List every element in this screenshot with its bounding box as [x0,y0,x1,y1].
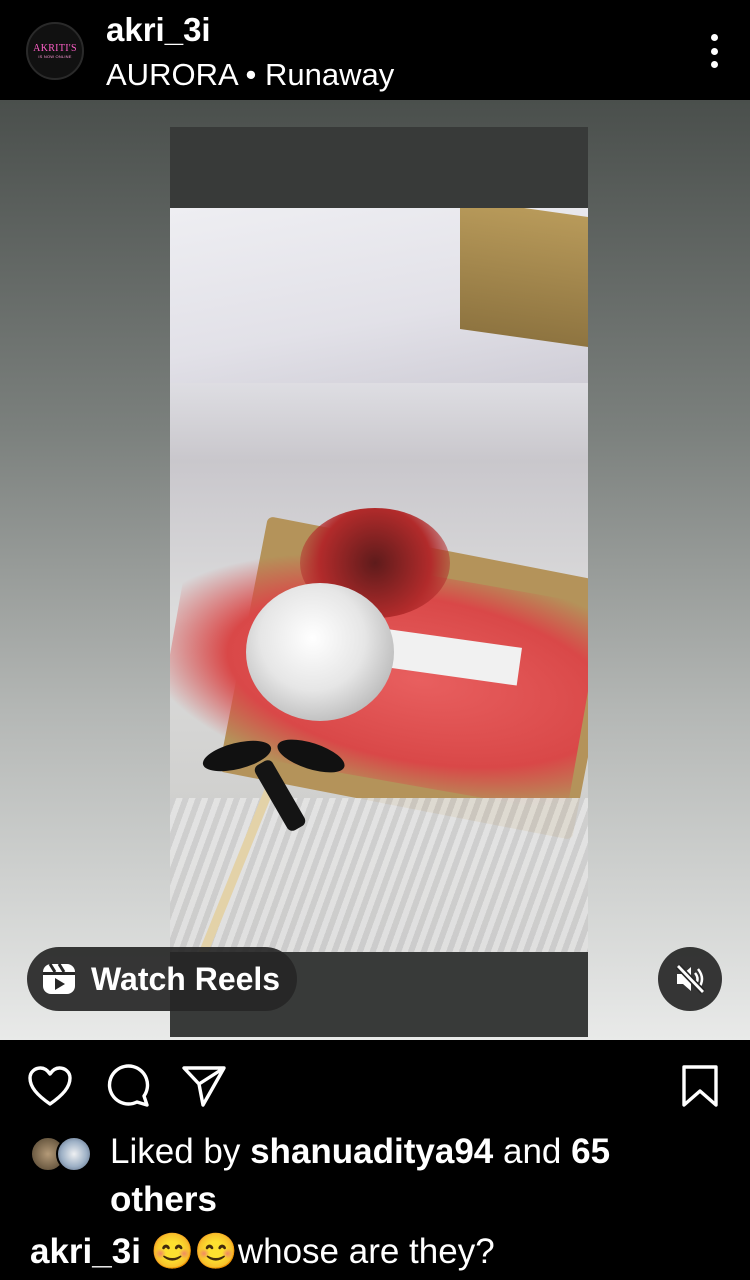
liker-username[interactable]: shanuaditya94 [250,1132,493,1171]
likes-summary[interactable]: Liked by shanuaditya94 and 65 others [110,1128,730,1224]
sound-toggle-button[interactable] [658,947,722,1011]
watch-reels-label: Watch Reels [91,960,281,997]
reel-video-image [170,208,588,952]
caption-emojis: 😊😊 [150,1232,238,1271]
more-vertical-icon[interactable] [708,34,720,68]
likes-prefix: Liked by [110,1132,251,1171]
reels-icon [43,963,75,994]
likes-others[interactable]: others [110,1180,217,1219]
comment-icon[interactable] [104,1062,152,1110]
caption-text: whose are they? [237,1232,495,1271]
post-media[interactable]: Watch Reels [0,100,750,1040]
post-username[interactable]: akri_3i [106,10,211,50]
avatar-logo-subtext: IS NOW ONLINE [38,53,72,59]
post-caption: akri_3i 😊😊whose are they? [30,1228,495,1276]
heart-icon[interactable] [26,1062,74,1110]
avatar-logo-text: AKRITI'S [33,42,77,54]
audio-track-link[interactable]: AURORA • Runaway [106,56,394,94]
likes-count[interactable]: 65 [571,1132,610,1171]
post-header: AKRITI'S IS NOW ONLINE akri_3i AURORA • … [0,0,750,100]
send-icon[interactable] [180,1062,228,1110]
profile-avatar[interactable]: AKRITI'S IS NOW ONLINE [26,22,84,80]
liker-avatar [56,1136,92,1172]
likes-middle: and [493,1132,572,1171]
bookmark-icon[interactable] [676,1062,724,1110]
sound-off-icon [675,963,706,995]
watch-reels-button[interactable]: Watch Reels [27,947,297,1011]
caption-username[interactable]: akri_3i [30,1232,141,1271]
post-action-bar [0,1040,750,1140]
liker-avatars[interactable] [30,1136,94,1172]
reel-video-frame [170,127,588,1037]
